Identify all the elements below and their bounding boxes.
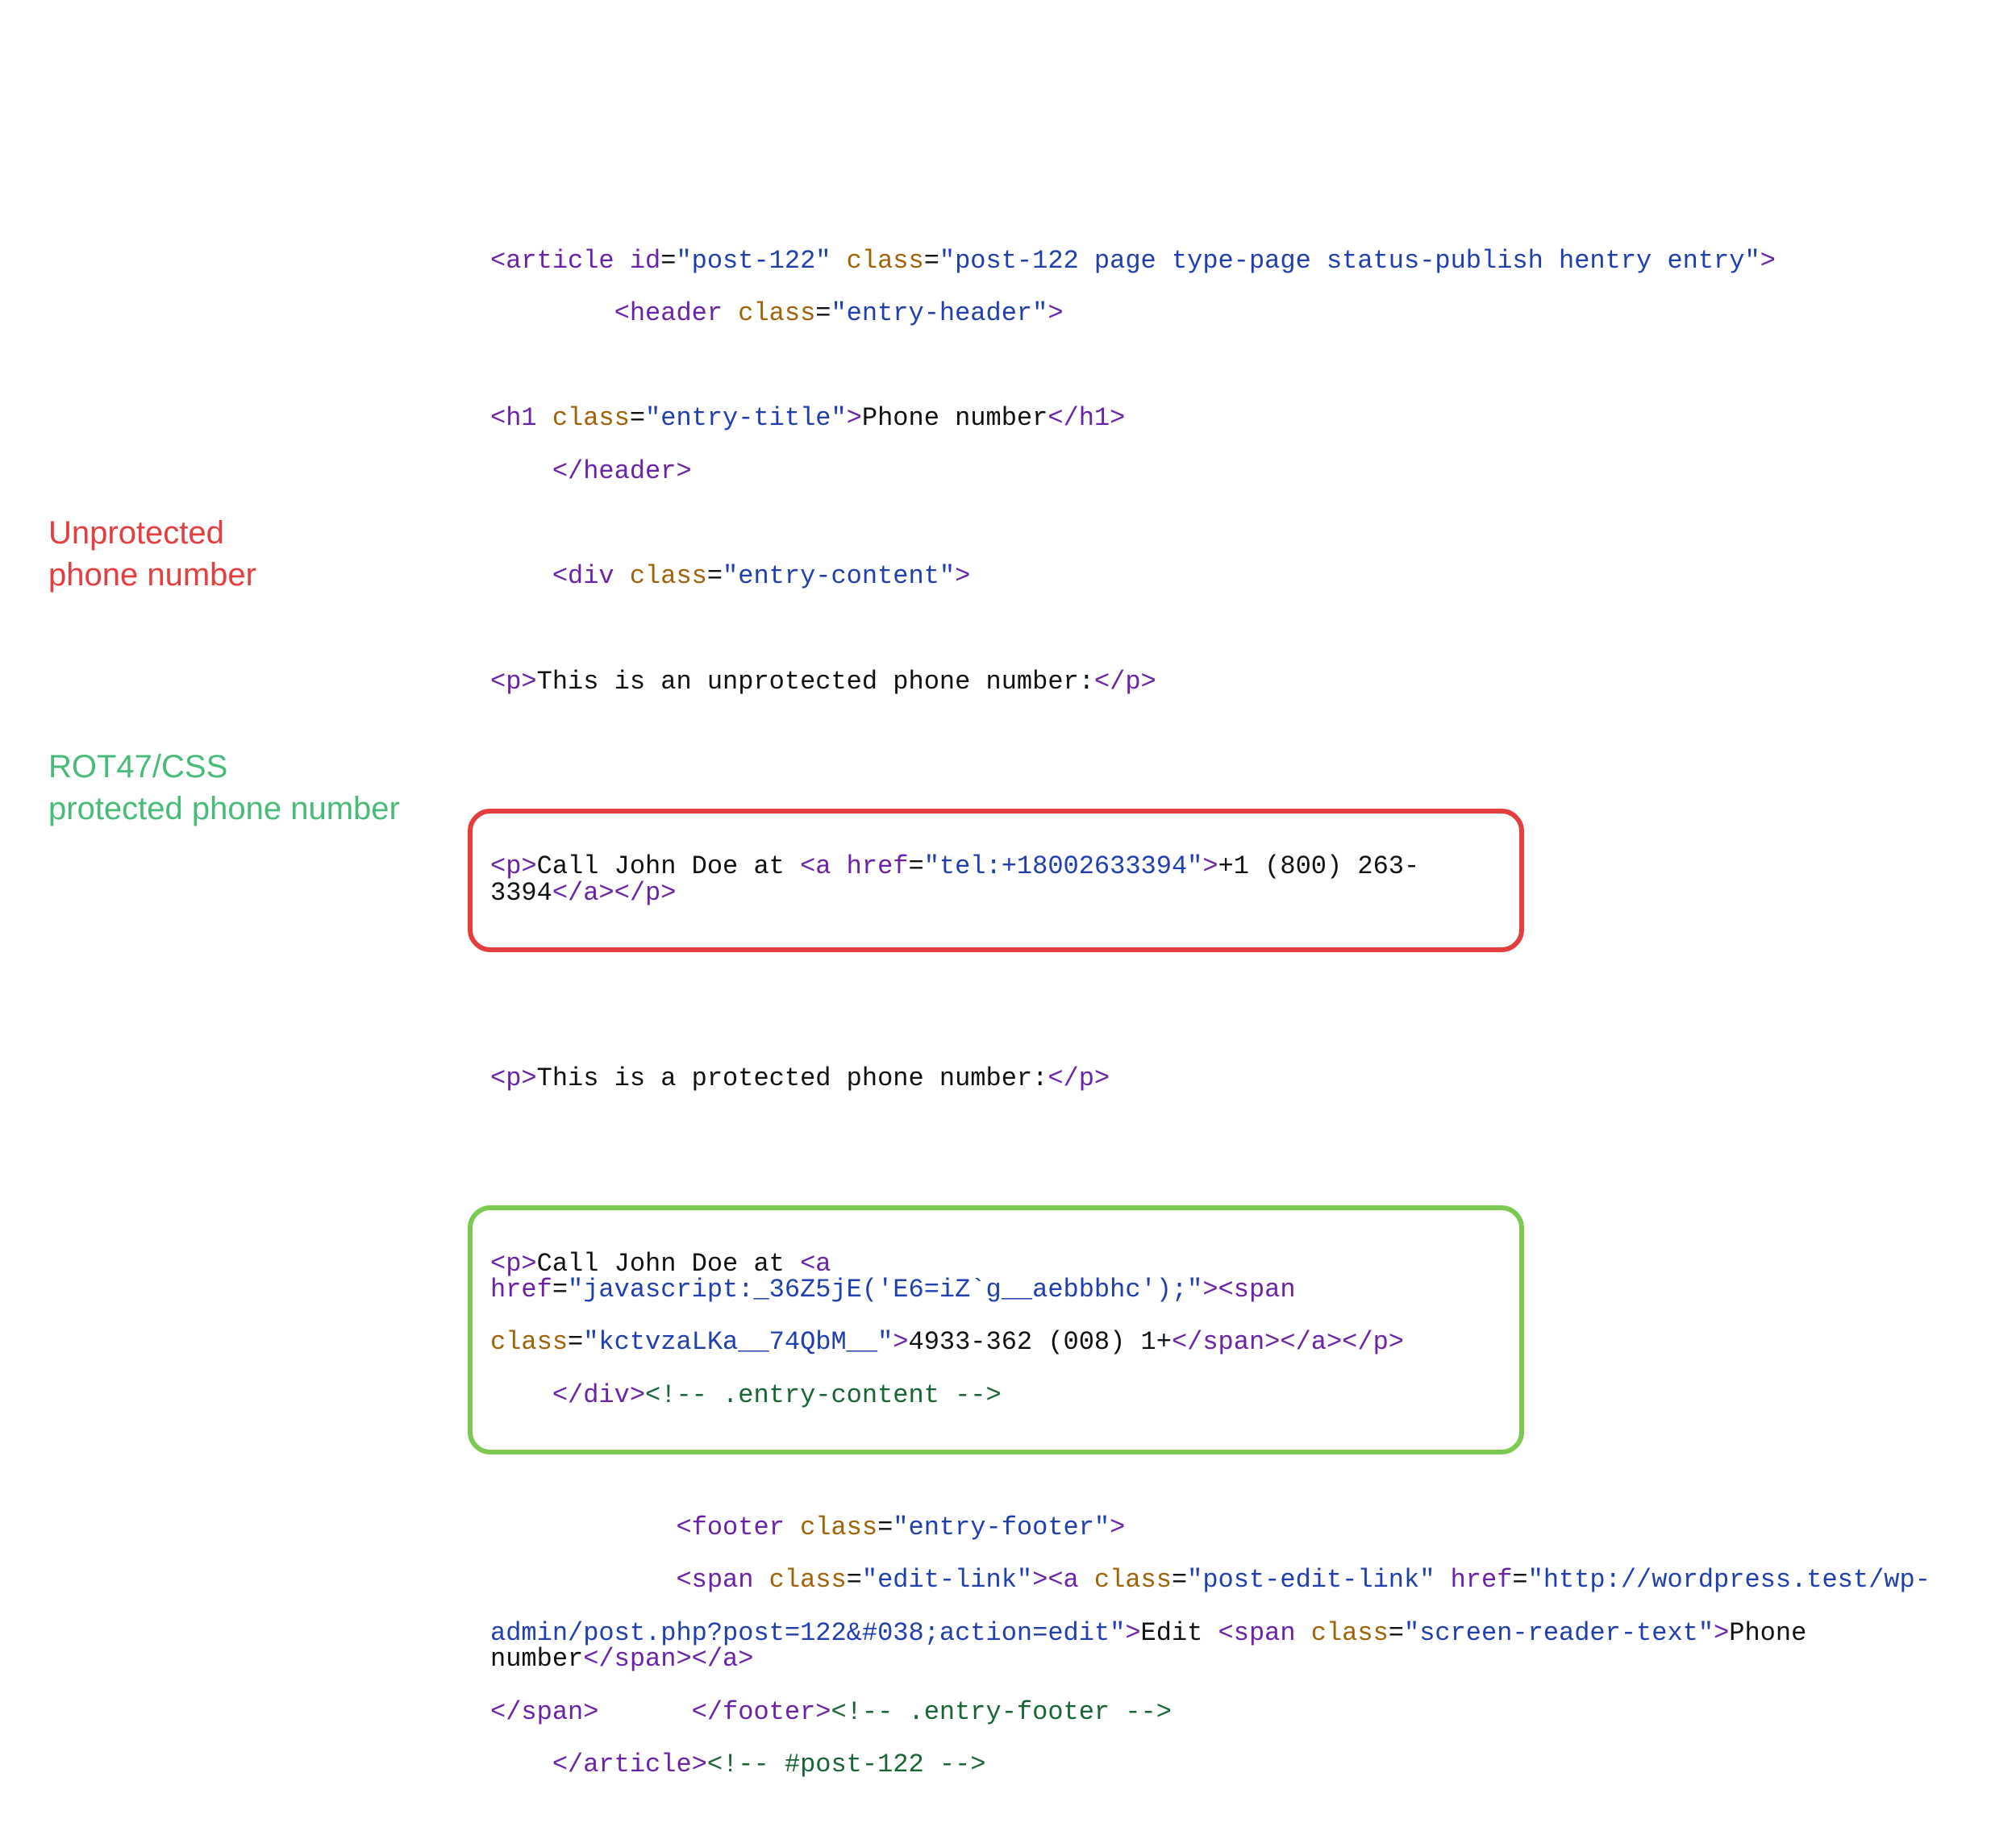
code-blank-line [490,353,1942,380]
code-blank-line [490,1013,1942,1040]
label-unprotected-line1: Unprotected [48,512,256,554]
code-line: <header class="entry-header"> [490,301,1942,327]
code-line: <p>Call John Doe at <a href="tel:+180026… [490,854,1502,906]
code-line: class="kctvzaLKa__74QbM__">4933-362 (008… [490,1330,1502,1356]
code-line: </span> </footer><!-- .entry-footer --> [490,1700,1942,1726]
code-line: <h1 class="entry-title">Phone number</h1… [490,406,1942,432]
label-protected-line2: protected phone number [48,788,400,830]
code-line: <span class="edit-link"><a class="post-e… [490,1567,1942,1594]
label-unprotected: Unprotected phone number [48,512,256,596]
code-line: admin/post.php?post=122&#038;action=edit… [490,1621,1942,1673]
code-line: <div class="entry-content"> [490,564,1942,590]
code-blank-line [490,1118,1942,1145]
code-line: <footer class="entry-footer"> [490,1515,1942,1542]
label-protected-line1: ROT47/CSS [48,746,400,788]
code-line: <p>This is an unprotected phone number:<… [490,669,1942,696]
highlight-box-protected: <p>Call John Doe at <a href="javascript:… [468,1205,1524,1454]
code-blank-line [490,616,1942,643]
code-line: </div><!-- .entry-content --> [490,1383,1502,1409]
code-line: <p>Call John Doe at <a href="javascript:… [490,1251,1502,1304]
code-blank-line [490,722,1942,748]
code-snippet: <article id="post-122" class="post-122 p… [490,222,1942,1831]
label-unprotected-line2: phone number [48,554,256,596]
label-protected: ROT47/CSS protected phone number [48,746,400,830]
code-line: </header> [490,459,1942,485]
code-blank-line [490,511,1942,538]
code-line: <article id="post-122" class="post-122 p… [490,248,1942,275]
code-line: <p>This is a protected phone number:</p> [490,1066,1942,1092]
highlight-box-unprotected: <p>Call John Doe at <a href="tel:+180026… [468,809,1524,953]
code-line: </article><!-- #post-122 --> [490,1752,1942,1779]
